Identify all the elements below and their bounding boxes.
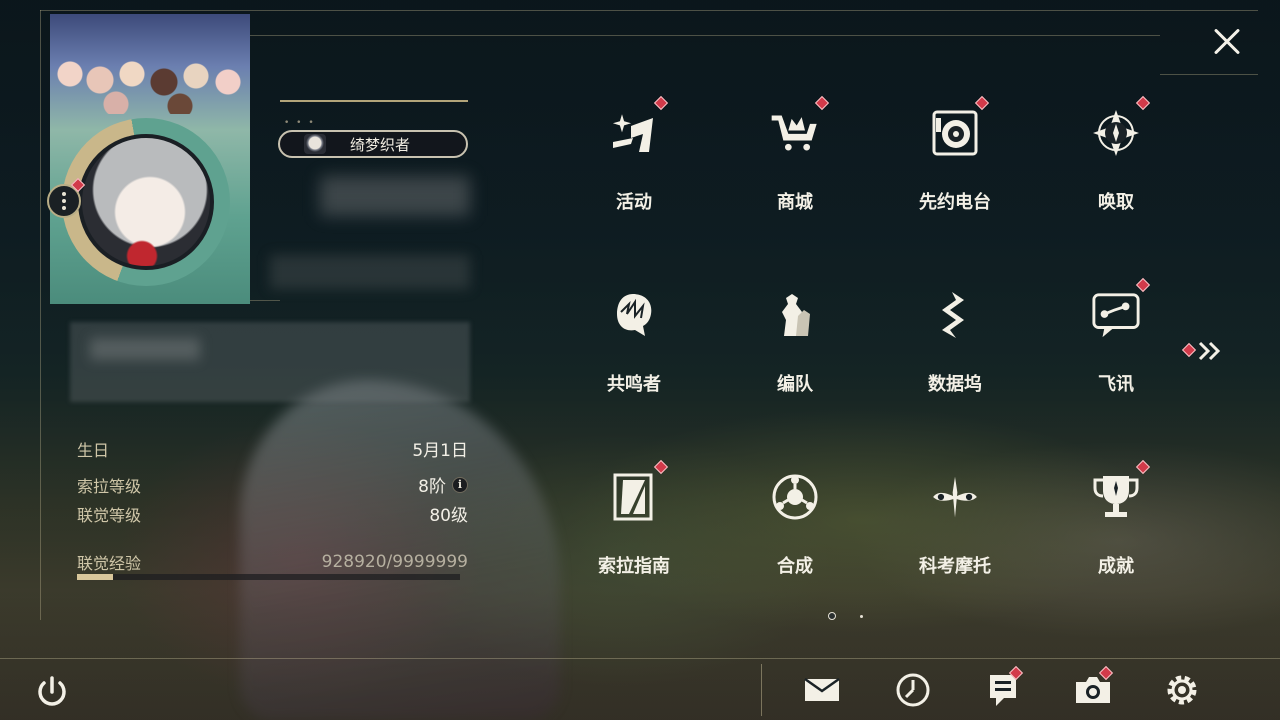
character-head-icon [609, 290, 659, 340]
page-indicator [828, 612, 863, 620]
menu-item-shop[interactable]: 商城 [725, 86, 865, 236]
card-art-crowd [50, 34, 250, 114]
union-exp-row: 联觉经验 928920/9999999 [77, 550, 468, 574]
frame-left-line [40, 10, 41, 620]
profile-divider [280, 100, 468, 102]
page-dot-active[interactable] [828, 612, 836, 620]
notes-button[interactable] [983, 665, 1024, 710]
double-chevron-right-icon [1198, 341, 1221, 361]
info-icon[interactable]: i [452, 476, 468, 493]
menu-item-synthesis[interactable]: 合成 [725, 450, 865, 600]
player-uid-redacted [270, 255, 470, 289]
birthday-label: 生日 [77, 440, 110, 460]
close-button[interactable] [1208, 22, 1246, 60]
menu-item-label: 合成 [777, 556, 813, 577]
menu-item-label: 共鸣者 [607, 374, 661, 395]
frame-inner-line [250, 35, 1160, 36]
menu-item-label: 数据坞 [928, 374, 982, 395]
profile-more-button[interactable] [47, 177, 86, 218]
menu-item-guide[interactable]: 索拉指南 [564, 450, 704, 600]
player-title-badge[interactable]: 绮梦织者 [278, 130, 468, 158]
menu-item-achievements[interactable]: 成就 [1046, 450, 1186, 600]
union-level-label: 联觉等级 [77, 505, 142, 525]
menu-item-data-dock[interactable]: 数据坞 [885, 268, 1025, 418]
clock-button[interactable] [893, 670, 933, 710]
message-chat-icon [1091, 290, 1141, 340]
sparkle-events-icon [609, 108, 659, 158]
menu-item-convene[interactable]: 唤取 [1046, 86, 1186, 236]
power-icon [38, 676, 66, 706]
power-button[interactable] [32, 672, 72, 712]
bottom-bar-divider [0, 658, 1280, 659]
birthday-value: 5月1日 [412, 441, 468, 461]
menu-item-messages[interactable]: 飞讯 [1046, 268, 1186, 418]
mail-icon [804, 677, 840, 701]
sola-level-value: 8阶 [418, 477, 446, 497]
clock-icon [896, 673, 930, 707]
menu-item-label: 商城 [777, 192, 813, 213]
menu-item-label: 唤取 [1098, 192, 1134, 213]
menu-item-events[interactable]: 活动 [564, 86, 704, 236]
menu-item-label: 科考摩托 [919, 556, 991, 577]
settings-button[interactable] [1162, 670, 1202, 710]
menu-item-radio[interactable]: 先约电台 [885, 86, 1025, 236]
union-level-value: 80级 [429, 506, 468, 526]
player-title-text: 绮梦织者 [350, 135, 411, 154]
compass-star-icon [1091, 108, 1141, 158]
synthesis-orb-icon [770, 472, 820, 522]
more-dot [62, 192, 66, 196]
union-exp-value: 928920/9999999 [321, 552, 468, 572]
menu-item-label: 活动 [616, 192, 652, 213]
menu-item-label: 飞讯 [1098, 374, 1134, 395]
menu-item-label: 索拉指南 [598, 556, 670, 577]
union-exp-label: 联觉经验 [77, 554, 142, 573]
data-dock-icon [930, 290, 980, 340]
player-signature-redacted[interactable] [70, 322, 470, 402]
avatar[interactable] [78, 134, 214, 270]
menu-item-label: 编队 [777, 374, 813, 395]
menu-item-resonators[interactable]: 共鸣者 [564, 268, 704, 418]
more-dot [62, 206, 66, 210]
birthday-row: 生日 5月1日 [77, 436, 468, 462]
motorbike-icon [930, 472, 980, 522]
menu-item-label: 成就 [1098, 556, 1134, 577]
signature-blur-text [90, 338, 200, 360]
decor-dots: • • • [284, 118, 316, 128]
menu-item-team[interactable]: 编队 [725, 268, 865, 418]
frame-top-line [40, 10, 1258, 11]
radio-turntable-icon [930, 108, 980, 158]
union-exp-bar-fill [77, 574, 113, 580]
page-dot[interactable] [860, 614, 863, 618]
sola-level-label: 索拉等级 [77, 476, 142, 496]
menu-item-motorbike[interactable]: 科考摩托 [885, 450, 1025, 600]
sola-level-row: 索拉等级 8阶 i [77, 472, 468, 497]
title-badge-portrait [304, 134, 326, 154]
union-level-row: 联觉等级 80级 [77, 501, 468, 527]
more-dot [62, 199, 66, 203]
gear-icon [1167, 675, 1197, 705]
shopping-cart-crown-icon [770, 108, 820, 158]
chess-team-icon [770, 290, 820, 340]
menu-item-label: 先约电台 [919, 192, 991, 213]
trophy-icon [1091, 472, 1141, 522]
union-exp-bar [77, 574, 460, 580]
next-page-button[interactable] [1181, 340, 1226, 362]
player-name-redacted [320, 176, 470, 216]
guide-book-icon [609, 472, 659, 522]
mail-button[interactable] [802, 670, 842, 710]
sola-level-value-group: 8阶 i [418, 472, 468, 497]
bottom-bar-separator [761, 664, 762, 716]
camera-button[interactable] [1073, 665, 1114, 710]
frame-right-line [1160, 74, 1258, 75]
